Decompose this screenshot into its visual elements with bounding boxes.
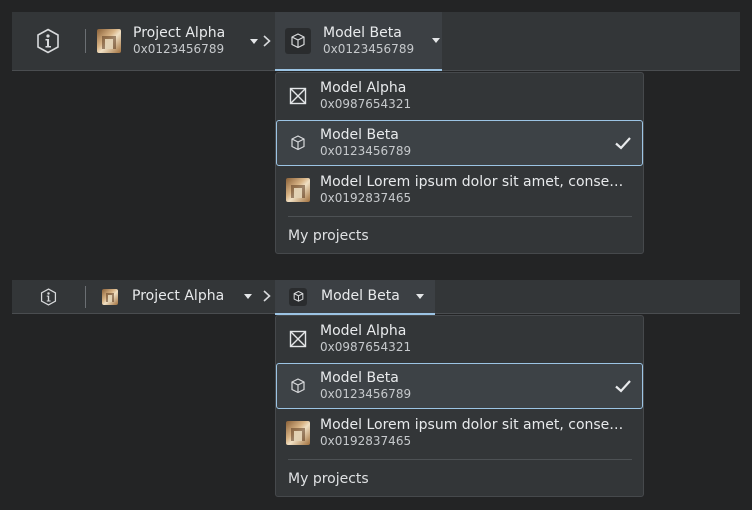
menu-item-name: Model Beta <box>320 127 399 143</box>
menu-item-address: 0x0192837465 <box>320 434 412 448</box>
caret-down-icon <box>415 294 424 299</box>
checkmark-icon <box>615 137 631 150</box>
chevron-right-icon <box>263 290 271 302</box>
project-name: Project Alpha <box>133 25 226 41</box>
menu-item-address: 0x0192837465 <box>320 191 412 205</box>
menu-item-model-lorem[interactable]: Model Lorem ipsum dolor sit amet, consec… <box>276 410 643 456</box>
project-name: Project Alpha <box>132 288 225 304</box>
menu-item-model-alpha[interactable]: Model Alpha 0x0987654321 <box>276 316 643 362</box>
info-hexagon-icon <box>37 28 59 54</box>
menu-item-model-alpha[interactable]: Model Alpha 0x0987654321 <box>276 73 643 119</box>
menu-item-address: 0x0123456789 <box>320 387 412 401</box>
project-address: 0x0123456789 <box>133 42 225 56</box>
menu-item-name: Model Lorem ipsum dolor sit amet, consec… <box>320 417 630 433</box>
model-name: Model Beta <box>321 288 400 304</box>
breadcrumb-bar-large: Project Alpha 0x0123456789 Model Beta 0x… <box>12 12 740 71</box>
breadcrumb-model[interactable]: Model Beta 0x0123456789 <box>275 12 442 71</box>
menu-item-name: Model Lorem ipsum dolor sit amet, consec… <box>320 174 630 190</box>
model-dropdown-menu: Model Alpha 0x0987654321 Model Beta 0x01… <box>275 315 644 497</box>
model-dropdown-menu: Model Alpha 0x0987654321 Model Beta 0x01… <box>275 72 644 254</box>
breadcrumb-model[interactable]: Model Beta <box>275 280 435 315</box>
menu-item-name: Model Alpha <box>320 80 407 96</box>
breadcrumb-project[interactable]: Project Alpha <box>102 280 257 313</box>
menu-item-model-beta[interactable]: Model Beta 0x0123456789 <box>276 120 643 166</box>
menu-item-address: 0x0987654321 <box>320 340 412 354</box>
info-hexagon-icon <box>40 288 56 306</box>
model-address: 0x0123456789 <box>323 41 415 56</box>
model-name: Model Beta <box>323 24 402 41</box>
separator <box>85 29 86 53</box>
menu-item-model-lorem[interactable]: Model Lorem ipsum dolor sit amet, consec… <box>276 167 643 213</box>
project-thumbnail <box>97 29 121 53</box>
my-projects-link[interactable]: My projects <box>288 228 369 244</box>
menu-item-model-beta[interactable]: Model Beta 0x0123456789 <box>276 363 643 409</box>
menu-divider <box>288 216 632 217</box>
menu-divider <box>288 459 632 460</box>
cross-box-icon <box>288 329 308 349</box>
model-thumbnail <box>286 421 310 445</box>
menu-item-name: Model Alpha <box>320 323 407 339</box>
caret-down-icon <box>244 294 253 299</box>
model-thumbnail <box>286 178 310 202</box>
cube-icon <box>288 376 308 396</box>
info-button[interactable] <box>32 26 64 56</box>
cube-icon <box>285 27 311 54</box>
menu-item-address: 0x0987654321 <box>320 97 412 111</box>
breadcrumb-bar-compact: Project Alpha Model Beta <box>12 280 740 315</box>
cube-icon <box>288 133 308 153</box>
info-button[interactable] <box>36 287 60 307</box>
project-thumbnail <box>102 288 118 305</box>
separator <box>85 286 86 308</box>
caret-down-icon <box>432 38 441 43</box>
menu-item-name: Model Beta <box>320 370 399 386</box>
caret-down-icon <box>250 38 259 44</box>
menu-item-address: 0x0123456789 <box>320 144 412 158</box>
cube-icon <box>289 287 307 306</box>
cross-box-icon <box>288 86 308 106</box>
checkmark-icon <box>615 380 631 393</box>
chevron-right-icon <box>263 35 271 47</box>
my-projects-link[interactable]: My projects <box>288 471 369 487</box>
breadcrumb-project[interactable]: Project Alpha 0x0123456789 <box>97 12 259 70</box>
